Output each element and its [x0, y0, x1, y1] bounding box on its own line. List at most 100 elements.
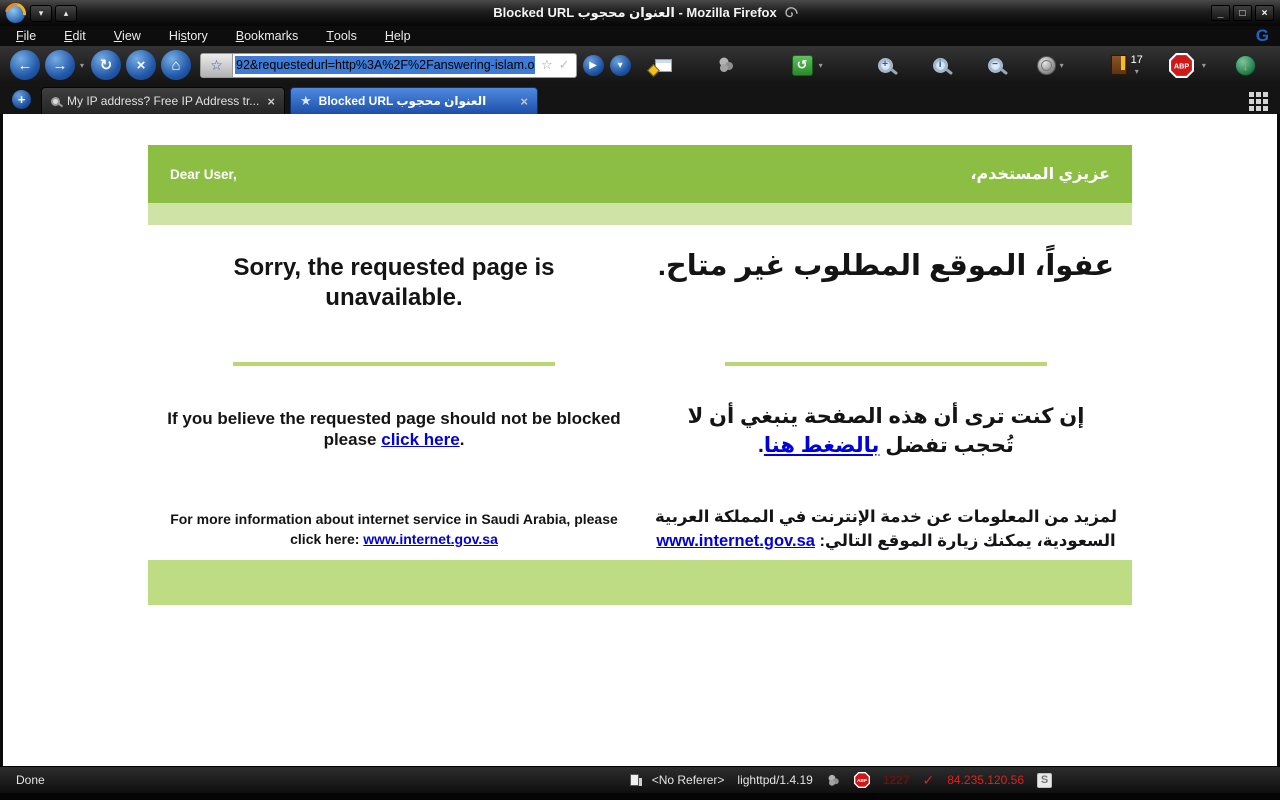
chevron-down-icon: ▾: [618, 60, 623, 71]
tab-my-ip-address[interactable]: My IP address? Free IP Address tr... ×: [41, 87, 285, 114]
download-helper-icon[interactable]: ↓: [1235, 55, 1256, 76]
menu-edit[interactable]: Edit: [64, 29, 86, 43]
maximize-button[interactable]: □: [1233, 5, 1252, 21]
heading-english: Sorry, the requested page is unavailable…: [174, 253, 614, 313]
window-controls: _ □ ×: [1211, 5, 1274, 21]
sidebar-panel-icon[interactable]: [1111, 55, 1127, 75]
menu-bookmarks[interactable]: Bookmarks: [236, 29, 299, 43]
menu-view[interactable]: View: [114, 29, 141, 43]
internet-gov-sa-link[interactable]: www.internet.gov.sa: [363, 531, 498, 547]
click-here-link-arabic[interactable]: بالضغط هنا: [764, 434, 880, 457]
close-tab-icon[interactable]: ×: [267, 94, 275, 109]
adblock-plus-status-icon[interactable]: ABP: [854, 772, 870, 788]
chevron-down-icon: ▾: [39, 8, 44, 19]
g-logo-icon: G: [1256, 26, 1268, 46]
check-status-icon[interactable]: ✓: [923, 772, 935, 789]
close-tab-icon[interactable]: ×: [520, 94, 528, 109]
addon-toolbar-icons: ↺ ▾ + i − ▾ 17 ▾ ABP ▾ ↓: [649, 53, 1256, 78]
titlebar: ▾ ▴ Blocked URL العنوان محجوب - Mozilla …: [0, 0, 1280, 26]
site-identity-button[interactable]: ☆: [201, 54, 233, 77]
arabic-column: عفواً، الموقع المطلوب غير متاح. إن كنت ت…: [640, 247, 1132, 560]
menu-tools[interactable]: Tools: [326, 29, 357, 43]
blocked-count: 1227: [883, 773, 910, 787]
go-button[interactable]: ▶: [583, 55, 604, 76]
click-here-link[interactable]: click here: [381, 430, 459, 449]
check-icon: ✓: [559, 57, 570, 73]
greeting-english: Dear User,: [170, 167, 237, 182]
url-field-icons: ☆ ✓: [535, 57, 576, 73]
menu-help[interactable]: Help: [385, 29, 411, 43]
home-icon: ⌂: [171, 57, 180, 74]
noscript-badge-icon[interactable]: S: [1037, 773, 1052, 788]
url-bar[interactable]: ☆ 92&requestedurl=http%3A%2F%2Fanswering…: [200, 53, 577, 78]
server-banner: lighttpd/1.4.19: [737, 773, 812, 787]
back-button[interactable]: ←: [10, 50, 40, 80]
firefox-logo-icon: [6, 4, 25, 23]
sidebar-count-badge: 17: [1131, 55, 1143, 66]
status-text: Done: [16, 773, 45, 787]
warning-diamond-icon: [647, 64, 660, 77]
page-info-icon[interactable]: i: [933, 58, 948, 73]
url-history-dropdown-button[interactable]: ▾: [610, 55, 631, 76]
menu-file[interactable]: File: [16, 29, 36, 43]
browser-window: ▾ ▴ Blocked URL العنوان محجوب - Mozilla …: [0, 0, 1280, 800]
body-english: If you believe the requested page should…: [160, 408, 628, 451]
reload-icon: ↻: [100, 56, 113, 74]
ip-address[interactable]: 84.235.120.56: [947, 773, 1024, 787]
list-all-tabs-icon[interactable]: [1249, 92, 1268, 111]
popup-blocker-icon[interactable]: [655, 59, 672, 72]
tab-title: Blocked URL العنوان محجوب: [319, 94, 514, 108]
window-title: Blocked URL العنوان محجوب - Mozilla Fire…: [493, 5, 776, 21]
window-shade-button[interactable]: ▾: [30, 5, 52, 22]
svg-text:ABP: ABP: [857, 778, 867, 783]
throbber-spiral-icon: [784, 6, 798, 20]
reload-button[interactable]: ↻: [91, 50, 121, 80]
status-bar-right: <No Referer> lighttpd/1.4.19 ABP 1227 ✓ …: [630, 772, 1052, 789]
zoom-out-icon[interactable]: −: [988, 58, 1003, 73]
star-favicon: ★: [300, 93, 312, 109]
info-arabic: لمزيد من المعلومات عن خدمة الإنترنت في ا…: [650, 506, 1122, 554]
sidebar-dropdown-icon[interactable]: ▾: [1135, 68, 1139, 76]
internet-gov-sa-link-arabic[interactable]: www.internet.gov.sa: [656, 532, 815, 550]
greeting-arabic: عزيزي المستخدم،: [970, 164, 1110, 184]
forward-button[interactable]: →: [45, 50, 75, 80]
abp-dropdown-icon[interactable]: ▾: [1202, 61, 1206, 70]
go-icon: ▶: [589, 60, 597, 71]
tab-blocked-url[interactable]: ★ Blocked URL العنوان محجوب ×: [290, 87, 538, 114]
home-button[interactable]: ⌂: [161, 50, 191, 80]
bookmark-star-icon[interactable]: ☆: [541, 57, 553, 73]
stop-icon: ×: [137, 57, 146, 74]
proxy-key-icon[interactable]: [826, 773, 841, 788]
recycle-dropdown-icon[interactable]: ▾: [819, 61, 823, 70]
menubar: File Edit View History Bookmarks Tools H…: [0, 26, 1280, 46]
stop-button[interactable]: ×: [126, 50, 156, 80]
block-page-container: Dear User, عزيزي المستخدم، Sorry, the re…: [148, 145, 1132, 605]
recycle-bin-icon[interactable]: ↺: [792, 55, 813, 76]
chevron-up-icon: ▴: [64, 8, 69, 19]
page-icon: [630, 774, 639, 786]
minimize-button[interactable]: _: [1211, 5, 1230, 21]
new-tab-button[interactable]: +: [12, 90, 31, 109]
body-arabic: إن كنت ترى أن هذه الصفحة ينبغي أن لا تُح…: [660, 402, 1112, 461]
window-unshade-button[interactable]: ▴: [55, 5, 77, 22]
tab-title: My IP address? Free IP Address tr...: [67, 94, 260, 108]
proxy-key-icon[interactable]: [716, 55, 736, 75]
footer-bar: [148, 560, 1132, 605]
svg-text:ABP: ABP: [1174, 61, 1190, 70]
greeting-banner: Dear User, عزيزي المستخدم،: [148, 145, 1132, 203]
heading-arabic: عفواً، الموقع المطلوب غير متاح.: [658, 247, 1114, 286]
close-icon: ×: [1262, 8, 1268, 19]
referer-status[interactable]: <No Referer>: [652, 773, 725, 787]
adblock-plus-icon[interactable]: ABP: [1169, 53, 1194, 78]
minimize-icon: _: [1218, 8, 1224, 19]
globe-dropdown-icon[interactable]: ▾: [1060, 61, 1064, 70]
url-input[interactable]: 92&requestedurl=http%3A%2F%2Fanswering-i…: [233, 56, 535, 74]
close-window-button[interactable]: ×: [1255, 5, 1274, 21]
banner-strip: [148, 203, 1132, 225]
zoom-in-icon[interactable]: +: [878, 58, 893, 73]
plus-icon: +: [18, 92, 26, 107]
sidebar-count-wrap: 17 ▾: [1131, 55, 1143, 76]
menu-history[interactable]: History: [169, 29, 208, 43]
back-forward-dropdown[interactable]: ▾: [80, 61, 84, 70]
globe-icon[interactable]: [1037, 56, 1056, 75]
